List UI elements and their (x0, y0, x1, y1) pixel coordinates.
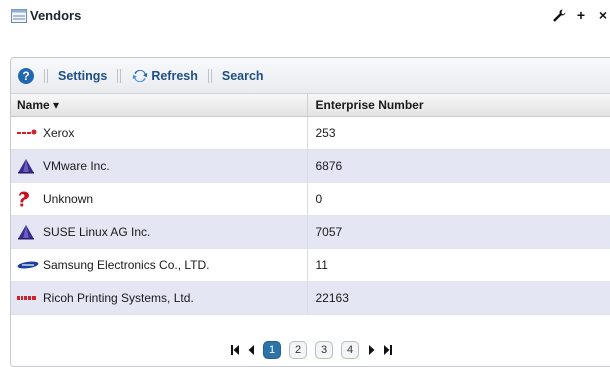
refresh-icon (133, 69, 148, 82)
page-1-button[interactable]: 1 (263, 341, 281, 359)
toolbar-separator (207, 68, 213, 83)
question-icon (17, 190, 41, 207)
pagination: 1 2 3 4 (11, 334, 610, 366)
enterprise-number: 253 (307, 116, 610, 150)
first-page-icon[interactable] (229, 343, 241, 357)
page-4-button[interactable]: 4 (341, 341, 359, 359)
previous-page-icon[interactable] (245, 343, 257, 357)
page-2-button[interactable]: 2 (289, 341, 307, 359)
portlet-tools: + × (552, 7, 610, 23)
column-header-name[interactable]: Name ▾ (11, 94, 308, 117)
search-button[interactable]: Search (222, 69, 264, 83)
vendors-table: Name ▾ Enterprise Number Xerox 253 VMwar… (11, 94, 610, 315)
vmware-logo-icon (17, 158, 41, 174)
refresh-button[interactable]: Refresh (131, 68, 198, 84)
enterprise-number: 6876 (307, 149, 610, 183)
ricoh-logo-icon (17, 290, 41, 306)
table-row[interactable]: SUSE Linux AG Inc. 7057 (11, 215, 610, 249)
table-row[interactable]: Ricoh Printing Systems, Ltd. 22163 (11, 281, 610, 315)
table-row[interactable]: Xerox 253 (11, 116, 610, 150)
table-header-row: Name ▾ Enterprise Number (11, 94, 610, 117)
column-header-enterprise-number[interactable]: Enterprise Number (307, 94, 610, 117)
close-icon[interactable]: × (596, 7, 610, 23)
add-icon[interactable]: + (574, 7, 588, 23)
portlet-title: Vendors (30, 8, 82, 23)
page-3-button[interactable]: 3 (315, 341, 333, 359)
toolbar: ? Settings Refresh Search (11, 58, 610, 94)
next-page-icon[interactable] (365, 343, 377, 357)
vendor-name: VMware Inc. (43, 158, 110, 173)
table-row[interactable]: VMware Inc. 6876 (11, 149, 610, 183)
enterprise-number: 0 (307, 182, 610, 216)
vendor-name: Ricoh Printing Systems, Ltd. (43, 290, 194, 305)
wrench-icon[interactable] (552, 7, 566, 23)
vendor-name: Xerox (43, 125, 75, 140)
xerox-logo-icon (17, 125, 41, 141)
enterprise-number: 11 (307, 248, 610, 282)
toolbar-separator (43, 68, 49, 83)
suse-logo-icon (17, 224, 41, 240)
enterprise-number: 7057 (307, 215, 610, 249)
vendors-icon (11, 9, 27, 23)
help-icon[interactable]: ? (18, 67, 34, 84)
settings-button[interactable]: Settings (58, 69, 107, 83)
portlet-header: Vendors + × (0, 0, 610, 30)
vendor-name: Unknown (43, 191, 94, 206)
table-row[interactable]: Samsung Electronics Co., LTD. 11 (11, 248, 610, 282)
last-page-icon[interactable] (381, 343, 393, 357)
toolbar-separator (116, 68, 122, 83)
refresh-label: Refresh (151, 68, 198, 83)
vendor-name: SUSE Linux AG Inc. (43, 224, 151, 239)
vendors-panel: ? Settings Refresh Search Name ▾ Enterpr… (10, 57, 610, 367)
enterprise-number: 22163 (307, 281, 610, 315)
table-row[interactable]: Unknown 0 (11, 182, 610, 216)
samsung-logo-icon (17, 257, 41, 273)
vendor-name: Samsung Electronics Co., LTD. (43, 257, 210, 272)
